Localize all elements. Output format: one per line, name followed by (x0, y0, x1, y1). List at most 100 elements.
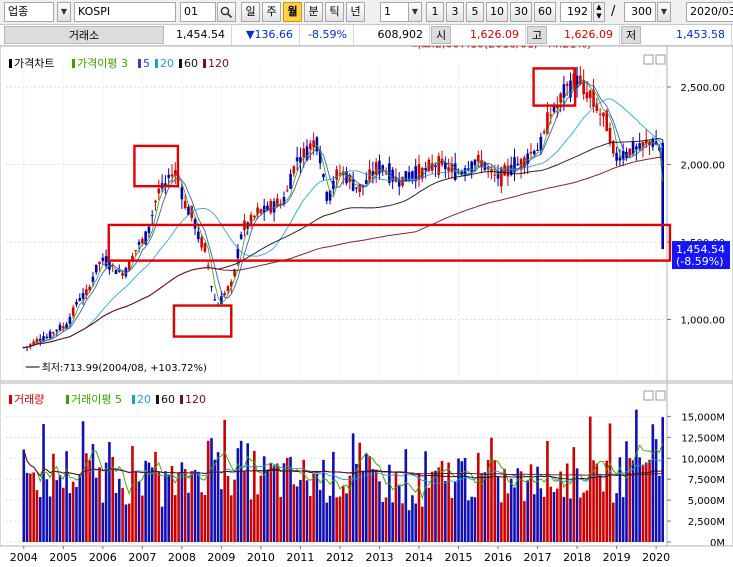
volume-bar (404, 449, 408, 542)
candle (322, 174, 325, 178)
view-count-spinner[interactable]: ▲ ▼ (593, 2, 605, 22)
candle (562, 84, 566, 98)
chart-area: 1,000.001,500.002,000.002,500.00가격차트가격이평… (0, 46, 733, 567)
volume-bar (582, 492, 585, 542)
period-button-2[interactable]: 월 (283, 2, 302, 22)
volume-bar (602, 491, 605, 542)
legend-swatch (203, 59, 206, 68)
volume-bar (608, 423, 612, 542)
volume-bar (378, 481, 381, 542)
candle (183, 200, 187, 209)
candle (157, 188, 161, 194)
volume-bar (315, 473, 319, 542)
date-field[interactable]: 2020/03 (686, 2, 733, 22)
preset-button-5[interactable]: 5 (466, 2, 484, 22)
volume-bar (121, 488, 124, 542)
volume-bar (114, 493, 118, 542)
volume-bar (157, 471, 161, 542)
volume-tick-label: 12,500M (681, 433, 725, 444)
candle (164, 183, 167, 186)
legend-swatch (66, 395, 69, 404)
preset-button-3[interactable]: 3 (446, 2, 464, 22)
period-button-0[interactable]: 일 (241, 2, 260, 22)
preset-button-60[interactable]: 60 (534, 2, 556, 22)
candle (48, 331, 52, 339)
price-change-pct: -8.59% (300, 25, 354, 45)
volume-bar (117, 478, 121, 542)
candle (285, 190, 289, 192)
period-button-3[interactable]: 분 (304, 2, 323, 22)
interval-dropdown-icon[interactable]: ▼ (408, 2, 422, 22)
x-tick-label: 2018 (563, 551, 591, 564)
volume-bar (552, 492, 556, 542)
candle (608, 128, 612, 144)
open-label: 시 (431, 26, 451, 44)
candle (206, 265, 210, 267)
volume-bar (394, 472, 398, 542)
volume-bar (341, 486, 345, 542)
volume-bar (299, 479, 302, 542)
candle (81, 293, 85, 299)
volume-bar (506, 493, 510, 542)
volume-bar (585, 490, 589, 542)
preset-button-10[interactable]: 10 (486, 2, 508, 22)
preset-button-30[interactable]: 30 (510, 2, 532, 22)
volume-bar (612, 502, 615, 542)
volume-chart-title: 거래량 (14, 393, 44, 406)
market-type-select[interactable]: 업종 (4, 2, 54, 22)
interval-value: 1 (384, 5, 391, 18)
volume-bar (38, 497, 42, 542)
total-count-field[interactable]: 300 (624, 2, 656, 22)
candle (180, 187, 184, 200)
price-series-icon (9, 59, 12, 68)
volume-bar (62, 487, 65, 542)
interval-select[interactable]: 1 (380, 2, 410, 22)
volume-bar (397, 485, 401, 542)
candle (137, 241, 141, 245)
total-count-dropdown-icon[interactable]: ▼ (657, 2, 671, 22)
quote-bar: 거래소 1,454.54 ▼136.66 -8.59% 608,902 시 1,… (0, 25, 733, 46)
volume-series-icon (9, 395, 12, 404)
view-count-field[interactable]: 192 (560, 2, 592, 22)
x-tick-label: 2009 (207, 551, 235, 564)
volume-bar (358, 442, 362, 542)
volume-bar (536, 466, 539, 542)
candle (588, 90, 592, 98)
search-icon (220, 6, 233, 19)
volume-bar (621, 497, 625, 542)
candle (78, 297, 82, 301)
volume-bar (513, 487, 516, 542)
volume-bar (154, 451, 157, 542)
volume-tick-label: 15,000M (681, 412, 725, 423)
volume-bar (312, 473, 315, 542)
candle (167, 174, 170, 178)
candle (335, 169, 338, 180)
candle (476, 155, 480, 162)
volume-bar (374, 469, 378, 542)
volume-bar (295, 486, 299, 542)
index-name-field[interactable]: KOSPI (74, 2, 176, 22)
search-button[interactable] (217, 2, 236, 22)
period-button-5[interactable]: 년 (346, 2, 365, 22)
high-label: 고 (527, 26, 547, 44)
period-button-1[interactable]: 주 (262, 2, 281, 22)
candle (223, 293, 226, 296)
market-type-dropdown-icon[interactable]: ▼ (57, 2, 71, 22)
volume-bar (559, 471, 562, 542)
candle (556, 106, 559, 108)
preset-button-1[interactable]: 1 (426, 2, 444, 22)
volume-bar (190, 471, 194, 542)
x-tick-label: 2012 (326, 551, 354, 564)
volume-bar (532, 494, 536, 542)
volume-bar (236, 448, 240, 542)
volume-bar (444, 480, 447, 542)
volume-bar (272, 465, 276, 542)
volume-bar (473, 497, 477, 542)
volume-bar (631, 460, 635, 542)
code-field[interactable]: 01 (180, 2, 216, 22)
volume-bar (25, 472, 29, 542)
view-count-value: 192 (567, 5, 588, 18)
period-button-4[interactable]: 틱 (325, 2, 344, 22)
total-count-value: 300 (631, 5, 652, 18)
candle (58, 324, 62, 331)
